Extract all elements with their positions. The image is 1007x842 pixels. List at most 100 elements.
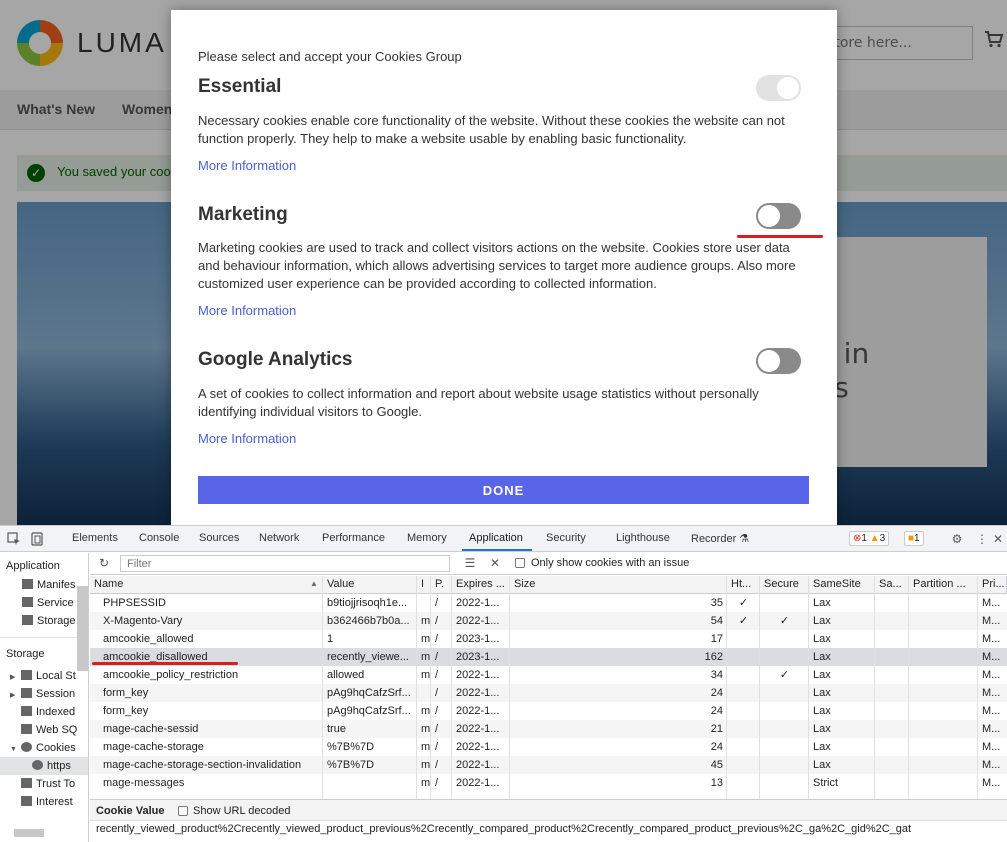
- table-row[interactable]: form_key pAg9hqCafzSrf... m / 2022-1... 24 Lax…: [90, 702, 1007, 720]
- sidebar-scrollbar[interactable]: [77, 586, 88, 671]
- clear-filtered-icon[interactable]: ☰: [462, 555, 478, 571]
- device-toolbar-icon[interactable]: [29, 531, 45, 547]
- collapse-arrow-icon[interactable]: ▼: [10, 746, 18, 753]
- expand-arrow-icon[interactable]: ▶: [10, 691, 18, 699]
- sidebar-item-service-workers[interactable]: Service: [22, 597, 74, 609]
- sidebar-item-local-storage[interactable]: ▶ Local St: [10, 670, 76, 682]
- toggle-essential[interactable]: [756, 75, 801, 101]
- cell-size: 35: [710, 597, 723, 609]
- table-row[interactable]: amcookie_policy_restriction allowed m / 2022…: [90, 666, 1007, 684]
- sidebar-item-trust-tokens[interactable]: Trust To: [21, 778, 75, 790]
- tab-sources[interactable]: Sources: [199, 532, 239, 544]
- gear-icon[interactable]: ⚙: [949, 531, 965, 547]
- tab-lighthouse[interactable]: Lighthouse: [616, 532, 670, 544]
- cell-p: /: [435, 669, 439, 681]
- tab-application[interactable]: Application: [469, 532, 523, 544]
- cell-samesite: Lax: [813, 723, 831, 735]
- column-header[interactable]: Ht...: [727, 576, 760, 594]
- tab-security[interactable]: Security: [546, 532, 586, 544]
- sidebar-item-session-storage[interactable]: ▶ Session: [10, 688, 75, 700]
- toggle-marketing[interactable]: [756, 203, 801, 229]
- tab-elements[interactable]: Elements: [72, 532, 118, 544]
- cell-pri: M...: [982, 741, 1001, 753]
- sidebar-item-cookies-origin[interactable]: https: [32, 760, 71, 772]
- cell-value: %7B%7D: [327, 759, 375, 771]
- more-options-icon[interactable]: ⋮: [974, 531, 990, 547]
- error-warning-counter[interactable]: ⊗1 ▲3: [849, 531, 890, 546]
- cell-ht: ✓: [738, 597, 749, 609]
- table-row[interactable]: PHPSESSID b9tiojjrisoqh1e... / 2022-1... 35 ✓…: [90, 594, 1007, 612]
- column-header[interactable]: Name: [90, 576, 323, 594]
- group-description-essential: Necessary cookies enable core functional…: [198, 113, 785, 146]
- column-header[interactable]: Value: [323, 576, 417, 594]
- sidebar-item-storage[interactable]: Storage: [22, 615, 76, 627]
- cell-size: 17: [710, 633, 723, 645]
- done-button[interactable]: DONE: [198, 476, 809, 504]
- column-divider: [759, 576, 760, 799]
- more-information-link-essential[interactable]: More Information: [198, 158, 296, 173]
- cell-value: true: [327, 723, 346, 735]
- table-row[interactable]: X-Magento-Vary b362466b7b0a... m / 2022-1...…: [90, 612, 1007, 630]
- cell-secure: [760, 774, 809, 792]
- issues-counter[interactable]: ■1: [904, 531, 924, 546]
- refresh-icon[interactable]: ↻: [96, 555, 112, 571]
- sidebar-item-manifest[interactable]: Manifes: [22, 579, 76, 591]
- more-information-link-google-analytics[interactable]: More Information: [198, 431, 296, 446]
- expand-arrow-icon[interactable]: ▶: [10, 673, 18, 681]
- show-url-decoded-checkbox[interactable]: [178, 806, 188, 816]
- column-header[interactable]: Secure: [760, 576, 809, 594]
- close-icon[interactable]: ✕: [990, 531, 1006, 547]
- table-row[interactable]: mage-cache-storage %7B%7D m / 2022-1... 24 Lax…: [90, 738, 1007, 756]
- table-row[interactable]: mage-messages m / 2022-1... 13 Strict M...: [90, 774, 1007, 792]
- cell-i: m: [421, 633, 431, 645]
- sidebar-item-web-sql[interactable]: Web SQ: [21, 724, 77, 736]
- cell-expires: 2022-1...: [456, 741, 500, 753]
- sort-ascending-icon: ▲: [310, 579, 318, 588]
- toggle-google-analytics[interactable]: [756, 348, 801, 374]
- delete-selected-icon[interactable]: ✕: [487, 555, 503, 571]
- cell-pri: M...: [982, 687, 1001, 699]
- devtools-tab-bar: Elements Console Sources Network Performance…: [0, 526, 1007, 552]
- cell-expires: 2022-1...: [456, 615, 500, 627]
- column-header[interactable]: Expires ...: [452, 576, 510, 594]
- table-row[interactable]: form_key pAg9hqCafzSrf... / 2022-1... 24 Lax M…: [90, 684, 1007, 702]
- sidebar-item-label: Session: [36, 688, 76, 700]
- sidebar-item-interest-groups[interactable]: Interest: [21, 796, 73, 808]
- cookie-filter-input[interactable]: [120, 555, 450, 572]
- cell-ht: [727, 720, 760, 738]
- sidebar-header-storage: Storage: [6, 648, 45, 660]
- column-header[interactable]: P.: [431, 576, 452, 594]
- tab-network[interactable]: Network: [259, 532, 299, 544]
- column-header[interactable]: SameSite: [809, 576, 875, 594]
- sidebar-item-indexeddb[interactable]: Indexed: [21, 706, 75, 718]
- table-row[interactable]: mage-cache-sessid true m / 2022-1... 21 Lax M..…: [90, 720, 1007, 738]
- issue-count: 1: [914, 533, 920, 544]
- tab-recorder[interactable]: Recorder ⚗: [691, 532, 749, 545]
- cell-expires: 2023-1...: [456, 633, 500, 645]
- tab-console[interactable]: Console: [139, 532, 179, 544]
- table-row[interactable]: amcookie_allowed 1 m / 2023-1... 17 Lax M...: [90, 630, 1007, 648]
- cookie-value-title: Cookie Value: [96, 805, 165, 817]
- tab-performance[interactable]: Performance: [322, 532, 385, 544]
- column-divider: [509, 576, 510, 799]
- column-header[interactable]: Partition ...: [909, 576, 978, 594]
- cookie-value-text[interactable]: recently_viewed_product%2Crecently_viewe…: [96, 823, 911, 835]
- column-divider: [726, 576, 727, 799]
- cell-expires: 2022-1...: [456, 759, 500, 771]
- inspect-element-icon[interactable]: [6, 531, 22, 547]
- cell-pri: M...: [982, 669, 1001, 681]
- column-header[interactable]: Size: [510, 576, 727, 594]
- cell-secure: [760, 738, 809, 756]
- column-header[interactable]: Pri...: [978, 576, 1007, 594]
- sidebar-horizontal-scrollbar[interactable]: [14, 829, 44, 837]
- table-row[interactable]: mage-cache-storage-section-invalidation%…: [90, 756, 1007, 774]
- group-description-google-analytics: A set of cookies to collect information …: [198, 386, 759, 419]
- cell-i: m: [421, 669, 431, 681]
- column-header[interactable]: Sa...: [875, 576, 909, 594]
- only-issue-checkbox[interactable]: [515, 558, 525, 568]
- sidebar-item-cookies[interactable]: ▼ Cookies: [10, 742, 76, 754]
- more-information-link-marketing[interactable]: More Information: [198, 303, 296, 318]
- column-header[interactable]: I: [417, 576, 431, 594]
- cell-i: [417, 684, 431, 702]
- tab-memory[interactable]: Memory: [407, 532, 447, 544]
